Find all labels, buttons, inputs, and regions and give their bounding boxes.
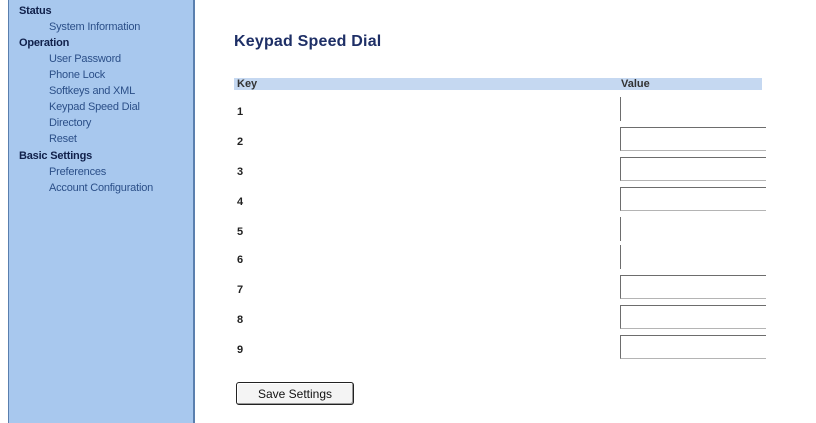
table-row: 4 [196,187,816,217]
sidebar-item-phone-lock[interactable]: Phone Lock [49,69,105,81]
key-label: 6 [237,254,244,266]
table-row: 2 [196,127,816,157]
column-header-key: Key [237,78,258,90]
save-settings-button[interactable]: Save Settings [236,382,354,405]
table-row: 7 [196,275,816,305]
page-title: Keypad Speed Dial [234,33,382,50]
sidebar-item-directory[interactable]: Directory [49,117,91,129]
key-label: 1 [237,106,244,118]
sidebar-section-status: Status [19,5,52,17]
table-row: 3 [196,157,816,187]
sidebar-item-keypad-speed-dial[interactable]: Keypad Speed Dial [49,101,140,113]
speed-dial-value-input-9[interactable] [620,335,766,359]
sidebar-section-basic-settings: Basic Settings [19,150,93,162]
speed-dial-value-input-2[interactable] [620,127,766,151]
key-label: 2 [237,136,244,148]
speed-dial-value-input-3[interactable] [620,157,766,181]
table-row: 8 [196,305,816,335]
column-header-value: Value [621,78,650,90]
speed-dial-value-input-8[interactable] [620,305,766,329]
table-row: 9 [196,335,816,365]
table-header: Key Value [234,78,762,90]
main-content: Keypad Speed Dial Key Value 1 2 3 4 5 6 … [196,0,816,423]
sidebar-item-system-information[interactable]: System Information [49,21,140,33]
speed-dial-value-input-4[interactable] [620,187,766,211]
sidebar-item-preferences[interactable]: Preferences [49,166,106,178]
table-row: 1 [196,97,816,127]
key-label: 7 [237,284,244,296]
key-label: 8 [237,314,244,326]
sidebar-item-reset[interactable]: Reset [49,133,77,145]
table-row: 6 [196,245,816,275]
sidebar-nav: Status System Information Operation User… [8,0,195,423]
sidebar-item-softkeys-and-xml[interactable]: Softkeys and XML [49,85,135,97]
speed-dial-value-input-6[interactable] [620,245,629,269]
sidebar-section-operation: Operation [19,37,70,49]
key-label: 9 [237,344,244,356]
key-label: 4 [237,196,244,208]
table-row: 5 [196,217,816,247]
speed-dial-value-input-5[interactable] [620,217,629,241]
key-label: 3 [237,166,244,178]
speed-dial-value-input-7[interactable] [620,275,766,299]
sidebar-item-account-configuration[interactable]: Account Configuration [49,182,153,194]
speed-dial-value-input-1[interactable] [620,97,629,121]
key-label: 5 [237,226,244,238]
sidebar-item-user-password[interactable]: User Password [49,53,121,65]
